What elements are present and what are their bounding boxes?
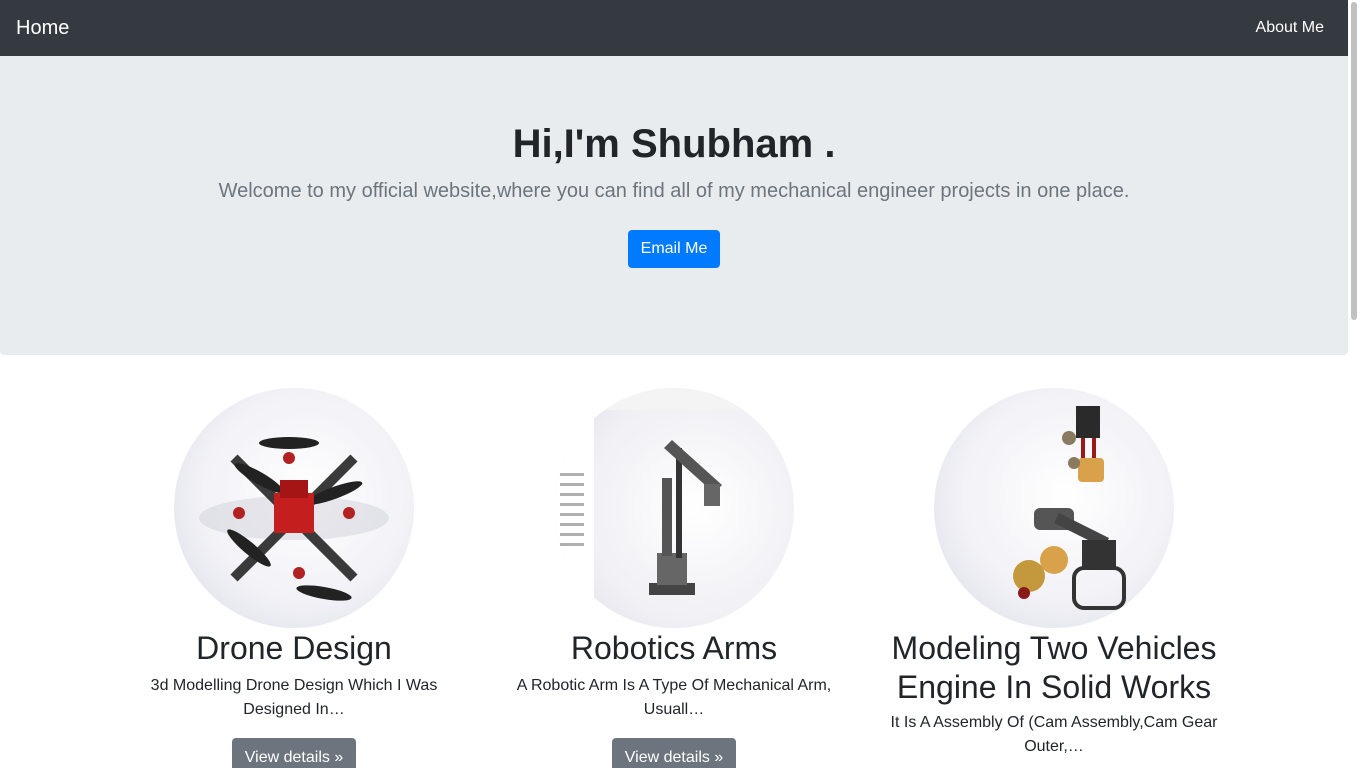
project-card-robotic-arm: Robotics Arms A Robotic Arm Is A Type Of… <box>484 388 864 768</box>
about-me-link[interactable]: About Me <box>1256 19 1324 37</box>
robotic-arm-image <box>554 388 794 628</box>
hero-section: Hi,I'm Shubham . Welcome to my official … <box>0 56 1348 355</box>
project-title: Modeling Two Vehicles Engine In Solid Wo… <box>891 630 1217 705</box>
home-link[interactable]: Home <box>16 17 69 40</box>
project-title: Robotics Arms <box>570 630 778 666</box>
engine-assembly-image <box>934 388 1174 628</box>
scrollbar-thumb[interactable] <box>1351 2 1357 320</box>
project-card-engine: Modeling Two Vehicles Engine In Solid Wo… <box>864 388 1244 759</box>
view-details-button[interactable]: View details » <box>232 738 356 768</box>
project-card-drone: Drone Design 3d Modelling Drone Design W… <box>104 388 484 768</box>
view-details-button[interactable]: View details » <box>612 738 736 768</box>
navbar: Home About Me <box>0 0 1348 56</box>
project-description: It Is A Assembly Of (Cam Assembly,Cam Ge… <box>890 714 1218 755</box>
project-description: 3d Modelling Drone Design Which I Was De… <box>150 677 438 718</box>
project-description: A Robotic Arm Is A Type Of Mechanical Ar… <box>516 677 832 718</box>
project-title: Drone Design <box>196 630 392 666</box>
email-me-button[interactable]: Email Me <box>628 230 720 268</box>
page-scrollbar[interactable] <box>1348 0 1360 768</box>
drone-image <box>174 388 414 628</box>
hero-lead: Welcome to my official website,where you… <box>218 180 1130 202</box>
hero-title: Hi,I'm Shubham . <box>512 122 836 166</box>
